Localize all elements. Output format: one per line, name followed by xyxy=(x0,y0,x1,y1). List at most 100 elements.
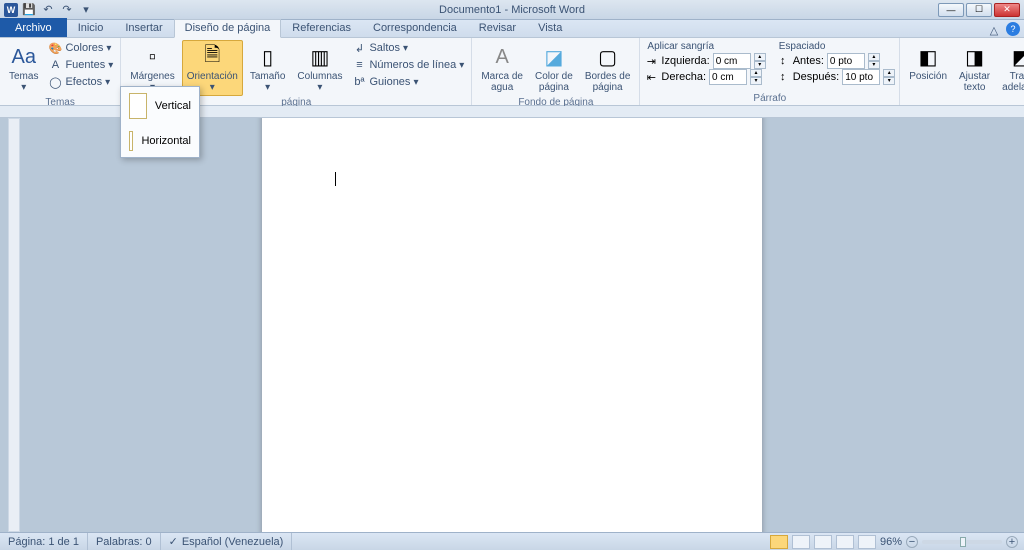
spin-down[interactable]: ▾ xyxy=(750,77,762,85)
view-outline-button[interactable] xyxy=(836,535,854,549)
ribbon-minimize-icon[interactable]: △ xyxy=(986,22,1002,38)
tab-inicio[interactable]: Inicio xyxy=(67,19,115,37)
marca-agua-button[interactable]: AMarca de agua xyxy=(476,40,528,96)
status-language[interactable]: ✓Español (Venezuela) xyxy=(161,533,293,550)
minimize-button[interactable]: — xyxy=(938,3,964,17)
status-words[interactable]: Palabras: 0 xyxy=(88,533,161,550)
zoom-out-button[interactable]: − xyxy=(906,536,918,548)
guiones-button[interactable]: bªGuiones ▾ xyxy=(349,74,467,90)
despues-label: Después: xyxy=(793,71,839,83)
window-title: Documento1 - Microsoft Word xyxy=(0,4,1024,16)
view-draft-button[interactable] xyxy=(858,535,876,549)
help-icon[interactable]: ? xyxy=(1006,22,1020,36)
ajustar-texto-button[interactable]: ◨Ajustar texto xyxy=(954,40,995,96)
qat-save-icon[interactable]: 💾 xyxy=(21,2,37,18)
portrait-icon xyxy=(129,93,147,119)
qat-redo-icon[interactable]: ↷ xyxy=(59,2,75,18)
orientacion-horizontal-label: Horizontal xyxy=(141,135,191,147)
espaciado-antes-input[interactable] xyxy=(827,53,865,69)
margins-icon: ▫ xyxy=(138,43,166,71)
orientation-icon: 🗎 xyxy=(198,43,226,71)
saltos-button[interactable]: ↲Saltos ▾ xyxy=(349,40,467,56)
spin-down[interactable]: ▾ xyxy=(754,61,766,69)
zoom-in-button[interactable]: + xyxy=(1006,536,1018,548)
spin-up[interactable]: ▴ xyxy=(868,53,880,61)
traer-adelante-button[interactable]: ◩Traer adelante xyxy=(997,40,1024,96)
themes-icon: Aa xyxy=(10,43,38,71)
view-fullscreen-button[interactable] xyxy=(792,535,810,549)
tab-referencias[interactable]: Referencias xyxy=(281,19,362,37)
space-before-icon: ↕ xyxy=(776,54,790,68)
efectos-button[interactable]: ◯Efectos ▾ xyxy=(45,74,116,90)
view-web-button[interactable] xyxy=(814,535,832,549)
spin-up[interactable]: ▴ xyxy=(883,69,895,77)
zoom-level[interactable]: 96% xyxy=(880,536,902,548)
word-icon: W xyxy=(4,3,18,17)
group-parrafo: Aplicar sangría ⇥ Izquierda: ▴▾ ⇤ Derech… xyxy=(640,38,900,105)
orientacion-horizontal-item[interactable]: Horizontal xyxy=(121,125,199,157)
sangria-derecha-row: ⇤ Derecha: ▴▾ xyxy=(644,69,765,85)
maximize-button[interactable]: ☐ xyxy=(966,3,992,17)
zoom-thumb[interactable] xyxy=(960,537,966,547)
document-page[interactable] xyxy=(262,118,762,532)
espaciado-despues-input[interactable] xyxy=(842,69,880,85)
columnas-button[interactable]: ▥Columnas▾ xyxy=(292,40,347,96)
sangria-label: Aplicar sangría xyxy=(644,40,765,53)
qat-customize-icon[interactable]: ▾ xyxy=(78,2,94,18)
text-cursor xyxy=(335,172,336,186)
close-button[interactable]: ✕ xyxy=(994,3,1020,17)
espaciado-antes-row: ↕ Antes: ▴▾ xyxy=(776,53,895,69)
tamano-button[interactable]: ▯Tamaño▾ xyxy=(245,40,291,96)
posicion-button[interactable]: ◧Posición xyxy=(904,40,952,85)
colors-icon: 🎨 xyxy=(48,41,62,55)
fuentes-button[interactable]: AFuentes ▾ xyxy=(45,57,116,73)
spin-down[interactable]: ▾ xyxy=(868,61,880,69)
tab-file[interactable]: Archivo xyxy=(0,18,67,37)
group-fondo-pagina: AMarca de agua ◪Color de página ▢Bordes … xyxy=(472,38,640,105)
qat-undo-icon[interactable]: ↶ xyxy=(40,2,56,18)
orientacion-vertical-item[interactable]: Vertical xyxy=(121,87,199,125)
vertical-ruler[interactable] xyxy=(8,118,20,532)
bordes-pagina-button[interactable]: ▢Bordes de página xyxy=(580,40,636,96)
sangria-izquierda-input[interactable] xyxy=(713,53,751,69)
indent-left-icon: ⇥ xyxy=(644,54,658,68)
spellcheck-icon: ✓ xyxy=(169,535,178,548)
title-bar: W 💾 ↶ ↷ ▾ Documento1 - Microsoft Word — … xyxy=(0,0,1024,20)
tab-diseno-pagina[interactable]: Diseño de página xyxy=(174,19,282,38)
espaciado-despues-row: ↕ Después: ▴▾ xyxy=(776,69,895,85)
sangria-izquierda-row: ⇥ Izquierda: ▴▾ xyxy=(644,53,765,69)
orientacion-vertical-label: Vertical xyxy=(155,100,191,112)
status-page[interactable]: Página: 1 de 1 xyxy=(0,533,88,550)
view-print-layout-button[interactable] xyxy=(770,535,788,549)
page-color-icon: ◪ xyxy=(540,43,568,71)
indent-right-icon: ⇤ xyxy=(644,70,658,84)
page-borders-icon: ▢ xyxy=(594,43,622,71)
fonts-icon: A xyxy=(48,58,62,72)
spin-down[interactable]: ▾ xyxy=(883,77,895,85)
tab-insertar[interactable]: Insertar xyxy=(114,19,173,37)
status-bar: Página: 1 de 1 Palabras: 0 ✓Español (Ven… xyxy=(0,532,1024,550)
orientacion-menu: Vertical Horizontal xyxy=(120,86,200,158)
size-icon: ▯ xyxy=(254,43,282,71)
temas-button[interactable]: Aa Temas▾ xyxy=(4,40,43,96)
color-pagina-button[interactable]: ◪Color de página xyxy=(530,40,578,96)
group-organizar: ◧Posición ◨Ajustar texto ◩Traer adelante… xyxy=(900,38,1024,105)
colores-button[interactable]: 🎨Colores ▾ xyxy=(45,40,116,56)
numeros-linea-button[interactable]: ≡Números de línea ▾ xyxy=(349,57,467,73)
zoom-slider[interactable] xyxy=(922,540,1002,544)
tab-correspondencia[interactable]: Correspondencia xyxy=(362,19,468,37)
breaks-icon: ↲ xyxy=(352,41,366,55)
sangria-derecha-input[interactable] xyxy=(709,69,747,85)
ribbon-tabs: Archivo Inicio Insertar Diseño de página… xyxy=(0,20,1024,38)
spin-up[interactable]: ▴ xyxy=(754,53,766,61)
position-icon: ◧ xyxy=(914,43,942,71)
group-label-parrafo: Párrafo xyxy=(644,92,895,105)
tab-revisar[interactable]: Revisar xyxy=(468,19,527,37)
spin-up[interactable]: ▴ xyxy=(750,69,762,77)
workspace: · 2 · | · 1 · | · · · | · 1 · | · 2 · | … xyxy=(0,118,1024,532)
antes-label: Antes: xyxy=(793,55,824,67)
izquierda-label: Izquierda: xyxy=(661,55,709,67)
tab-vista[interactable]: Vista xyxy=(527,19,573,37)
space-after-icon: ↕ xyxy=(776,70,790,84)
espaciado-label: Espaciado xyxy=(776,40,895,53)
